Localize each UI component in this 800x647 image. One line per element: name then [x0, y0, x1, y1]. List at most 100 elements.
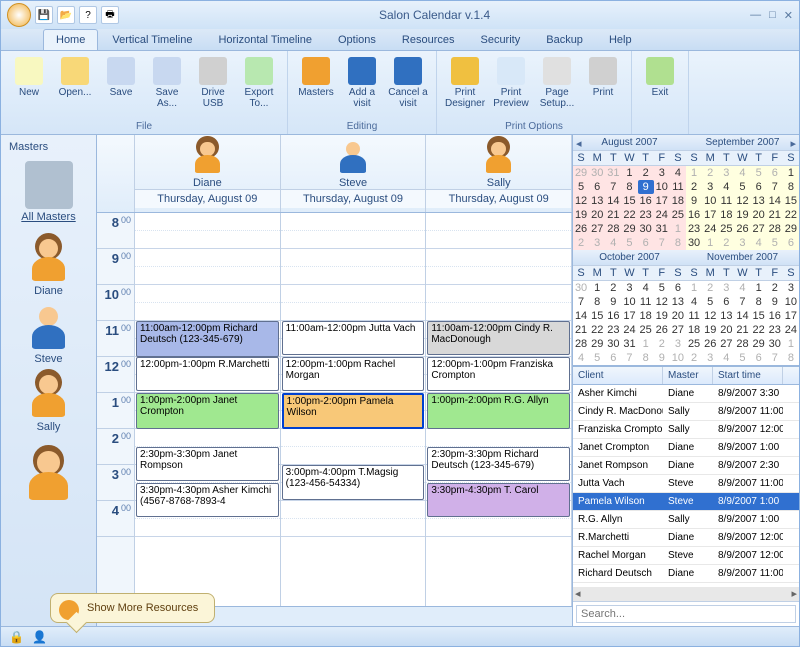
calendar-day[interactable]: 21 — [605, 208, 621, 222]
table-row[interactable]: Rachel MorganSteve8/9/2007 12:00 — [573, 547, 799, 565]
qat-print-icon[interactable]: 🖶 — [101, 6, 119, 24]
new-button[interactable]: New — [7, 55, 51, 119]
calendar-day[interactable]: 24 — [654, 208, 670, 222]
calendar-day[interactable]: 26 — [702, 337, 718, 351]
calendar-day[interactable]: 15 — [783, 194, 799, 208]
calendar-day[interactable]: 29 — [573, 166, 589, 180]
calendar-day[interactable]: 27 — [718, 337, 734, 351]
saveas-button[interactable]: Save As... — [145, 55, 189, 119]
table-row[interactable]: Janet CromptonDiane8/9/2007 1:00 — [573, 439, 799, 457]
tab-home[interactable]: Home — [43, 29, 98, 50]
column-header-steve[interactable]: SteveThursday, August 09 — [281, 135, 427, 212]
exit-button[interactable]: Exit — [638, 55, 682, 132]
appointment[interactable]: 2:30pm-3:30pm Janet Rompson — [136, 447, 279, 481]
show-more-tooltip[interactable]: Show More Resources — [97, 593, 215, 623]
calendar-day[interactable]: 12 — [654, 295, 670, 309]
calendar-day[interactable]: 3 — [654, 166, 670, 180]
calendar-day[interactable]: 22 — [621, 208, 637, 222]
table-row[interactable]: Cindy R. MacDonoughSally8/9/2007 11:00 — [573, 403, 799, 421]
calendar-day[interactable]: 5 — [734, 180, 750, 194]
calendar-day[interactable]: 23 — [767, 323, 783, 337]
appointment[interactable]: 3:30pm-4:30pm Asher Kimchi (4567-8768-78… — [136, 483, 279, 517]
calendar-day[interactable]: 8 — [783, 180, 799, 194]
calendar-day[interactable]: 16 — [605, 309, 621, 323]
calendar-day[interactable]: 21 — [734, 323, 750, 337]
print-button[interactable]: Print — [581, 55, 625, 119]
open-button[interactable]: Open... — [53, 55, 97, 119]
calendar-day[interactable]: 15 — [621, 194, 637, 208]
calendar-day[interactable]: 25 — [686, 337, 702, 351]
calendar-day[interactable]: 12 — [573, 194, 589, 208]
appointment[interactable]: 12:00pm-1:00pm Franziska Crompton — [427, 357, 570, 391]
calendar-day[interactable]: 27 — [751, 222, 767, 236]
calendar-day[interactable]: 9 — [767, 295, 783, 309]
calendar-day[interactable]: 8 — [621, 180, 637, 194]
calendar-day[interactable]: 2 — [702, 166, 718, 180]
appointment[interactable]: 2:30pm-3:30pm Richard Deutsch (123-345-6… — [427, 447, 570, 481]
tab-vertical-timeline[interactable]: Vertical Timeline — [100, 30, 204, 50]
calendar-day[interactable]: 4 — [605, 236, 621, 250]
tab-horizontal-timeline[interactable]: Horizontal Timeline — [206, 30, 324, 50]
calendar-day[interactable]: 19 — [654, 309, 670, 323]
calendar-day[interactable]: 3 — [702, 351, 718, 365]
calendar-day[interactable]: 31 — [654, 222, 670, 236]
calendar-day[interactable]: 7 — [767, 180, 783, 194]
calendar-day[interactable]: 7 — [734, 295, 750, 309]
sidebar-master-steve[interactable]: Steve — [25, 303, 73, 365]
calendar-day[interactable]: 20 — [589, 208, 605, 222]
calendar-day[interactable]: 11 — [638, 295, 654, 309]
calendar-day[interactable]: 21 — [573, 323, 589, 337]
calendar-day[interactable]: 2 — [638, 166, 654, 180]
calendar-day[interactable]: 6 — [751, 180, 767, 194]
calendar-day[interactable]: 3 — [589, 236, 605, 250]
table-row[interactable]: Asher KimchiDiane8/9/2007 3:30 — [573, 385, 799, 403]
appointment[interactable]: 1:00pm-2:00pm Pamela Wilson — [282, 393, 425, 429]
calendar-day[interactable]: 17 — [621, 309, 637, 323]
print-preview-button[interactable]: Print Preview — [489, 55, 533, 119]
calendar-day[interactable]: 16 — [767, 309, 783, 323]
calendar-day[interactable]: 12 — [702, 309, 718, 323]
close-button[interactable]: ✕ — [784, 9, 793, 22]
tab-backup[interactable]: Backup — [534, 30, 595, 50]
calendar-day[interactable]: 20 — [718, 323, 734, 337]
calendar-day[interactable]: 10 — [621, 295, 637, 309]
masters-button[interactable]: Masters — [294, 55, 338, 119]
calendar-day[interactable]: 3 — [670, 337, 686, 351]
calendar-day[interactable]: 30 — [573, 281, 589, 295]
calendar-day[interactable]: 29 — [589, 337, 605, 351]
calendar-day[interactable]: 22 — [783, 208, 799, 222]
qat-help-icon[interactable]: ? — [79, 6, 97, 24]
calendar-day[interactable]: 2 — [767, 281, 783, 295]
calendar-day[interactable]: 1 — [589, 281, 605, 295]
calendar-day[interactable]: 18 — [686, 323, 702, 337]
calendar-day[interactable]: 14 — [734, 309, 750, 323]
column-header-diane[interactable]: DianeThursday, August 09 — [135, 135, 281, 212]
calendar-day[interactable]: 9 — [638, 180, 654, 194]
calendar-day[interactable]: 21 — [767, 208, 783, 222]
calendar-day[interactable]: 9 — [686, 194, 702, 208]
add-visit-button[interactable]: Add a visit — [340, 55, 384, 119]
app-orb[interactable] — [7, 3, 31, 27]
appointment[interactable]: 12:00pm-1:00pm R.Marchetti — [136, 357, 279, 391]
usb-button[interactable]: Drive USB — [191, 55, 235, 119]
calendar-day[interactable]: 27 — [670, 323, 686, 337]
appointment[interactable]: 11:00am-12:00pm Richard Deutsch (123-345… — [136, 321, 279, 357]
table-row[interactable]: R.G. AllynSally8/9/2007 1:00 — [573, 511, 799, 529]
calendar-day[interactable]: 1 — [783, 337, 799, 351]
calendar-day[interactable]: 5 — [573, 180, 589, 194]
table-header[interactable]: Client — [573, 367, 663, 384]
calendar-day[interactable]: 26 — [734, 222, 750, 236]
sidebar-master-diane[interactable]: Diane — [25, 235, 73, 297]
calendar-day[interactable]: 15 — [589, 309, 605, 323]
calendar-day[interactable]: 7 — [605, 180, 621, 194]
extra-master[interactable] — [21, 447, 77, 503]
appointment[interactable]: 1:00pm-2:00pm R.G. Allyn — [427, 393, 570, 429]
calendar-day[interactable]: 4 — [670, 166, 686, 180]
calendar-day[interactable]: 8 — [670, 236, 686, 250]
calendar-day[interactable]: 9 — [654, 351, 670, 365]
tab-options[interactable]: Options — [326, 30, 388, 50]
calendar-day[interactable]: 2 — [702, 281, 718, 295]
calendar-day[interactable]: 5 — [702, 295, 718, 309]
calendar-day[interactable]: 11 — [670, 180, 686, 194]
calendar-day[interactable]: 20 — [751, 208, 767, 222]
